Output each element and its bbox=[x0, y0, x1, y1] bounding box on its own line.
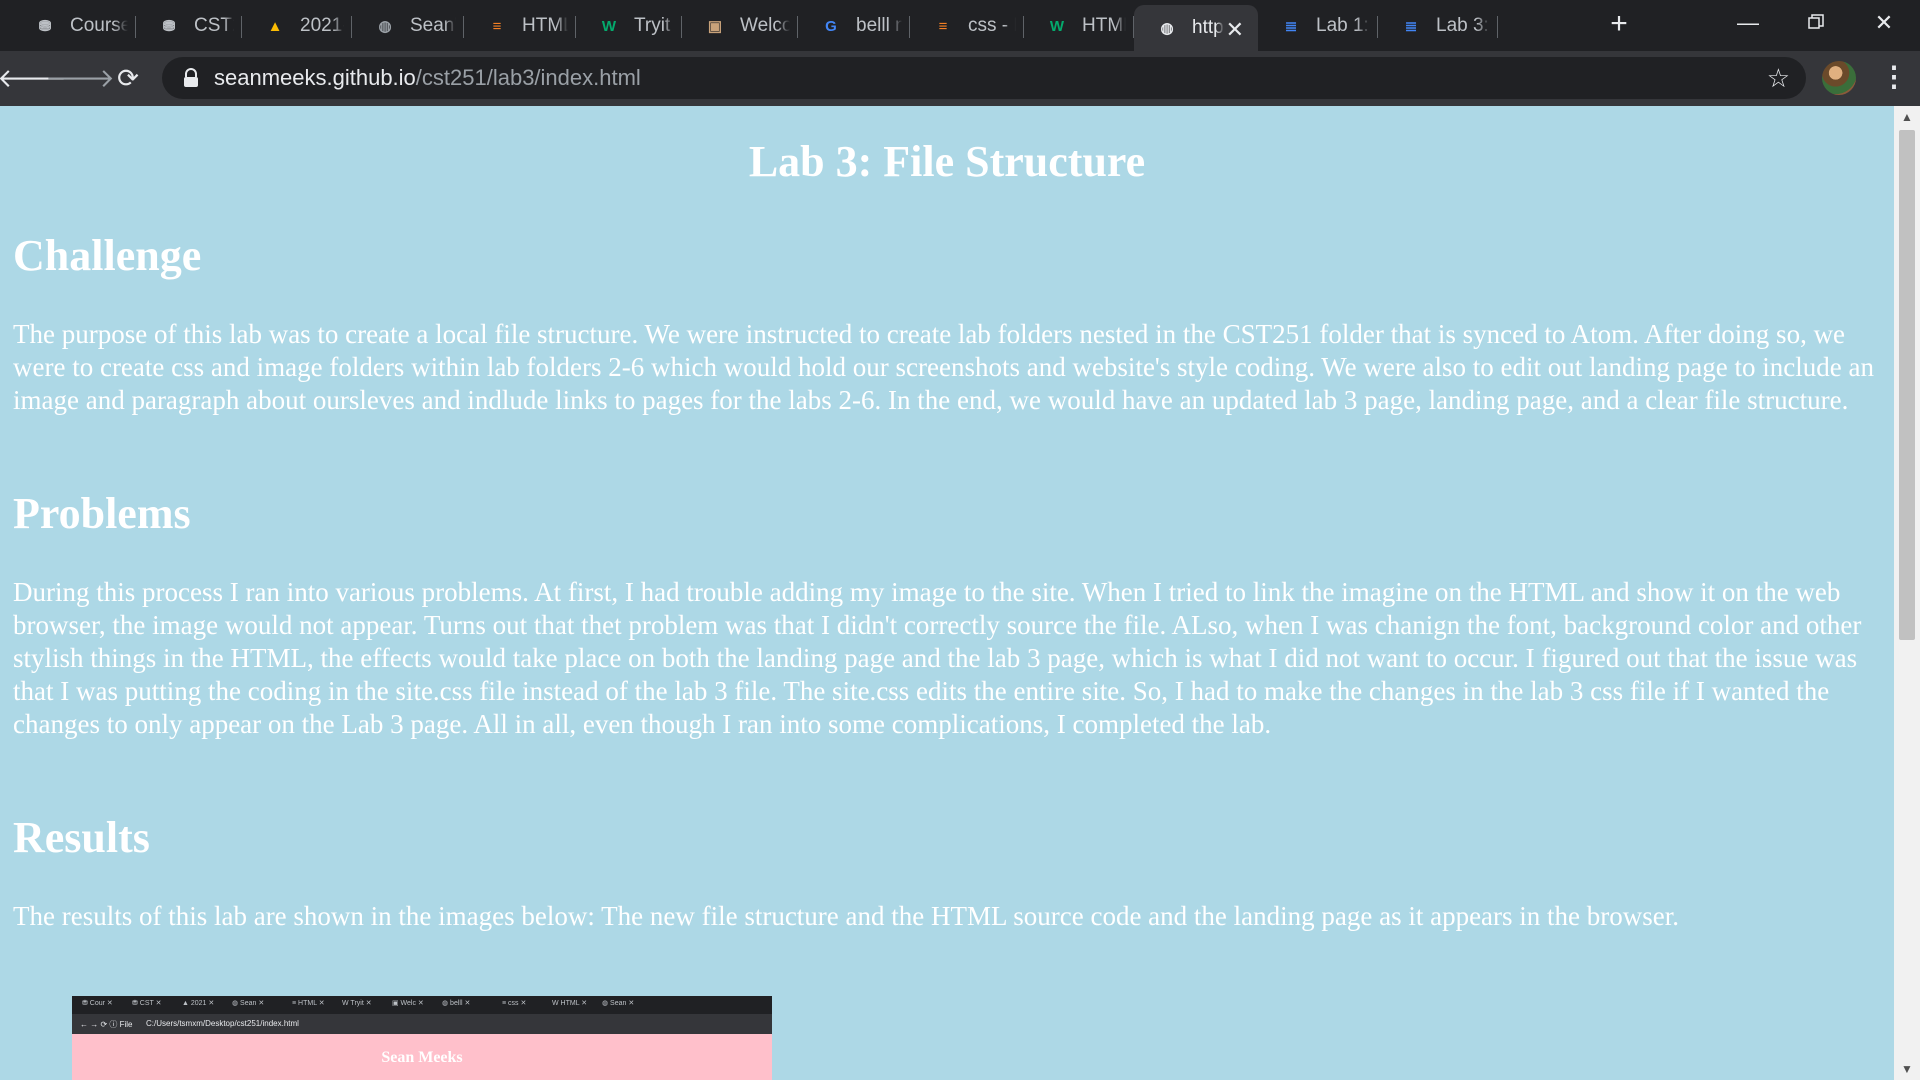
screenshot-tab-strip: ⛃ Cour ✕ ⛃ CST ✕ ▲ 2021 ✕ ◍ Sean ✕ ≡ HTM… bbox=[72, 996, 772, 1014]
browser-tab[interactable]: ⛃ Courses bbox=[12, 7, 136, 45]
forward-button[interactable]: 🡒 bbox=[45, 60, 115, 96]
browser-tab[interactable]: Gbelll mt bbox=[798, 7, 910, 45]
tab-title: Tryit Edi bbox=[634, 15, 674, 36]
tab-title: http bbox=[1192, 17, 1224, 38]
reload-icon: ⟳ bbox=[117, 62, 139, 93]
restore-button[interactable] bbox=[1786, 6, 1846, 40]
google-docs-icon: ≣ bbox=[1284, 18, 1298, 35]
google-docs-icon: ≣ bbox=[1404, 18, 1418, 35]
restore-icon bbox=[1808, 10, 1824, 36]
browser-tab[interactable]: ◍ Sean's P bbox=[352, 7, 464, 45]
new-tab-button[interactable]: + bbox=[1604, 9, 1634, 39]
tab-title: 2021-02 bbox=[300, 15, 344, 36]
close-icon: ✕ bbox=[1874, 10, 1894, 35]
browser-tab[interactable]: ▣ Welcom bbox=[682, 7, 798, 45]
scroll-down-icon[interactable]: ▼ bbox=[1894, 1058, 1920, 1080]
challenge-heading: Challenge bbox=[13, 231, 202, 280]
stackoverflow-icon: ≡ bbox=[938, 17, 948, 35]
close-window-button[interactable]: ✕ bbox=[1854, 6, 1914, 40]
globe-icon: ◍ bbox=[378, 18, 392, 35]
lock-icon bbox=[182, 68, 200, 88]
reload-button[interactable]: ⟳ bbox=[110, 60, 146, 96]
arrow-right-icon: 🡒 bbox=[45, 62, 115, 93]
tab-separator bbox=[1497, 16, 1498, 38]
w3schools-icon: W bbox=[1049, 17, 1065, 35]
tab-title: css - Hc bbox=[968, 15, 1016, 36]
screenshot-url: C:/Users/tsmxm/Desktop/cst251/index.html bbox=[146, 1019, 299, 1028]
browser-tab[interactable]: ≡ HTML: I bbox=[464, 7, 576, 45]
courses-icon: ⛃ bbox=[38, 18, 52, 35]
tab-strip: ⛃ Courses ⛃ CST251 ▲ 2021-02 ◍ Sean's P ≡ HTML: I… bbox=[0, 0, 1920, 51]
tab-title: CST251 bbox=[194, 15, 234, 36]
more-menu-icon[interactable]: ⋮ bbox=[1880, 61, 1908, 95]
browser-tab[interactable]: ◍ http ✕ bbox=[1134, 5, 1258, 51]
tab-title: HTML: I bbox=[522, 15, 568, 36]
url-path: /cst251/lab3/index.html bbox=[415, 65, 641, 90]
tab-title: Lab 3: F bbox=[1436, 15, 1490, 36]
google-drive-icon: ▲ bbox=[267, 17, 283, 35]
google-icon: G bbox=[825, 17, 837, 35]
page-viewport: Lab 3: File Structure Challenge The purp… bbox=[0, 106, 1894, 1080]
browser-toolbar: 🡐 🡒 ⟳ seanmeeks.github.io/cst251/lab3/in… bbox=[0, 51, 1920, 106]
page-title: Lab 3: File Structure bbox=[748, 137, 1146, 186]
browser-tab[interactable]: ≣ Lab 1: C bbox=[1258, 7, 1378, 45]
problems-heading: Problems bbox=[13, 489, 191, 538]
results-screenshot-image: ⛃ Cour ✕ ⛃ CST ✕ ▲ 2021 ✕ ◍ Sean ✕ ≡ HTM… bbox=[72, 996, 772, 1080]
url-host: seanmeeks.github.io bbox=[214, 65, 416, 90]
results-heading: Results bbox=[13, 813, 150, 862]
globe-icon: ◍ bbox=[1160, 20, 1174, 37]
challenge-paragraph: The purpose of this lab was to create a … bbox=[13, 319, 1874, 415]
screenshot-address-bar: ← → ⟳ ⓘ File C:/Users/tsmxm/Desktop/cst2… bbox=[72, 1014, 772, 1034]
tab-title: HTML f bbox=[1082, 15, 1126, 36]
w3schools-icon: W bbox=[601, 17, 617, 35]
screenshot-heading: Sean Meeks bbox=[381, 1049, 463, 1066]
tab-title: Courses bbox=[70, 15, 128, 36]
browser-tab[interactable]: ≡ css - Hc bbox=[910, 7, 1024, 45]
browser-tab[interactable]: W HTML f bbox=[1024, 7, 1134, 45]
browser-tab[interactable]: ≣ Lab 3: F bbox=[1378, 7, 1498, 45]
tab-title: Sean's P bbox=[410, 15, 456, 36]
tab-title: belll mt bbox=[856, 15, 902, 36]
profile-avatar[interactable] bbox=[1822, 61, 1856, 95]
results-paragraph: The results of this lab are shown in the… bbox=[13, 901, 1680, 931]
address-bar[interactable]: seanmeeks.github.io/cst251/lab3/index.ht… bbox=[162, 57, 1806, 99]
stackoverflow-icon: ≡ bbox=[492, 17, 502, 35]
minimize-icon: ― bbox=[1737, 10, 1759, 35]
vertical-scrollbar[interactable]: ▲ ▼ bbox=[1894, 106, 1920, 1080]
scroll-up-icon[interactable]: ▲ bbox=[1894, 106, 1920, 128]
courses-icon: ⛃ bbox=[162, 18, 176, 35]
close-tab-icon[interactable]: ✕ bbox=[1226, 17, 1244, 43]
browser-tab[interactable]: ⛃ CST251 bbox=[136, 7, 242, 45]
tab-title: Lab 1: C bbox=[1316, 15, 1370, 36]
scroll-thumb[interactable] bbox=[1899, 130, 1915, 640]
bookmark-star-icon[interactable]: ☆ bbox=[1767, 63, 1790, 94]
tab-title: Welcom bbox=[740, 15, 790, 36]
browser-tab[interactable]: ▲ 2021-02 bbox=[242, 7, 352, 45]
browser-tab[interactable]: W Tryit Edi bbox=[576, 7, 682, 45]
url-text[interactable]: seanmeeks.github.io/cst251/lab3/index.ht… bbox=[214, 65, 641, 91]
problems-paragraph: During this process I ran into various p… bbox=[13, 577, 1862, 739]
minimize-button[interactable]: ― bbox=[1718, 6, 1778, 40]
image-favicon-icon: ▣ bbox=[707, 18, 723, 35]
